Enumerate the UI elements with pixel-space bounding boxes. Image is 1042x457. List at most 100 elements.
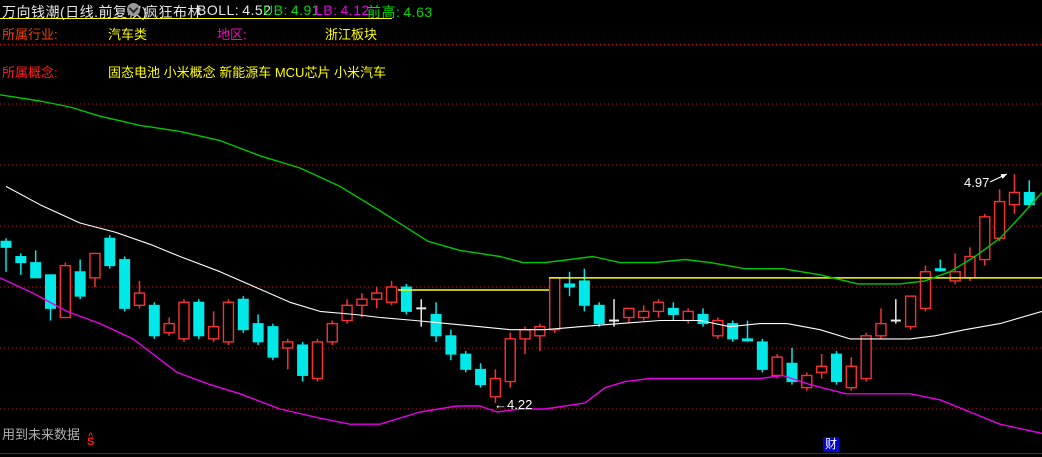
candle — [964, 247, 976, 281]
candle-body — [252, 323, 264, 343]
candle-body — [993, 200, 1006, 239]
boll-value: BOLL: 4.52 — [197, 2, 272, 18]
candle-body — [297, 344, 309, 376]
candle — [845, 357, 858, 391]
candle — [593, 302, 605, 327]
candle — [934, 259, 946, 272]
candle-body — [371, 292, 383, 300]
candle-body — [222, 301, 235, 343]
candle — [104, 235, 116, 269]
candle-body — [89, 252, 101, 279]
candle — [904, 295, 917, 330]
candle-body — [326, 322, 338, 343]
region-value[interactable]: 浙江板块 — [325, 24, 377, 43]
candle-body — [282, 341, 294, 349]
candle-body — [15, 256, 27, 264]
candle-body — [148, 304, 160, 337]
candle — [993, 189, 1006, 242]
candle-body — [667, 307, 679, 315]
candle-body — [712, 319, 724, 337]
candle-body — [860, 335, 872, 380]
candle-body — [0, 240, 12, 248]
candle-body — [652, 301, 665, 313]
candle-body — [682, 310, 694, 322]
candle-body — [74, 271, 86, 297]
candle-body — [193, 301, 205, 337]
candle — [830, 351, 842, 385]
candle-body — [756, 341, 768, 370]
lb-value: LB: 4.12 — [315, 2, 370, 18]
candle — [0, 238, 12, 272]
candle — [163, 317, 175, 336]
candle — [341, 299, 353, 324]
candle-body — [207, 325, 220, 340]
industry-label: 所属行业: — [2, 27, 58, 42]
candle-body — [578, 280, 590, 306]
region-label: 地区: — [217, 27, 247, 42]
candle-body — [489, 377, 502, 398]
candle — [311, 338, 324, 382]
concept-value[interactable]: 固态电池 小米概念 新能源车 MCU芯片 小米汽车 — [108, 62, 386, 81]
candle — [133, 280, 146, 309]
indicator-name[interactable]: 疯狂布林 — [144, 2, 202, 22]
candle-body — [801, 374, 813, 389]
candle-body — [949, 271, 961, 282]
candle — [237, 296, 249, 333]
concept-label: 所属概念: — [2, 65, 58, 80]
candle-body — [311, 341, 324, 380]
candle-body — [163, 322, 175, 334]
candle-body — [475, 368, 487, 386]
candle — [727, 320, 739, 342]
ub-value: UB: 4.91 — [263, 2, 321, 18]
candle-body — [830, 353, 842, 383]
candle — [860, 332, 872, 382]
candle — [815, 354, 828, 379]
candle — [504, 332, 516, 388]
candle — [89, 252, 101, 287]
candle-body — [904, 295, 917, 328]
candle-body — [771, 356, 783, 377]
industry-value[interactable]: 汽车类 — [108, 24, 147, 43]
candle-body — [267, 326, 279, 358]
candle — [564, 271, 576, 297]
candle — [519, 326, 531, 355]
candle-body — [534, 325, 546, 337]
candle — [400, 283, 412, 315]
candle-body — [460, 353, 472, 370]
candle-body — [815, 365, 828, 374]
candle-body — [445, 335, 457, 355]
stock-title: 万向钱潮(日线.前复权) — [2, 4, 148, 20]
candle-body — [30, 262, 42, 279]
candle-body — [504, 338, 516, 383]
candle — [445, 329, 457, 361]
candle-body — [104, 237, 116, 267]
candle-body — [519, 329, 531, 340]
candle-body — [133, 292, 146, 307]
finance-tab-badge[interactable]: 财 — [823, 437, 840, 452]
sell-signal-marker: ^ S — [87, 431, 95, 448]
bottom-border-line — [0, 453, 1042, 454]
candle-body — [875, 322, 887, 337]
candle — [44, 274, 56, 321]
candle — [771, 354, 783, 379]
candle — [178, 299, 190, 342]
candle — [371, 287, 383, 309]
candle — [207, 311, 220, 342]
candle — [416, 299, 427, 327]
candle — [652, 299, 665, 318]
candle-body — [237, 298, 249, 331]
candle — [385, 280, 398, 306]
candle — [890, 299, 901, 324]
candle — [222, 299, 235, 345]
chevron-down-circle-icon[interactable] — [127, 3, 140, 16]
candle-body — [356, 298, 368, 307]
candle-body — [845, 365, 858, 389]
candle — [919, 265, 932, 312]
candle — [712, 317, 724, 339]
candle — [667, 302, 679, 321]
candle-body — [119, 259, 131, 309]
candle-body — [178, 301, 190, 340]
candle-body — [593, 304, 605, 325]
candle-body — [430, 313, 442, 337]
title-underline — [0, 18, 392, 19]
